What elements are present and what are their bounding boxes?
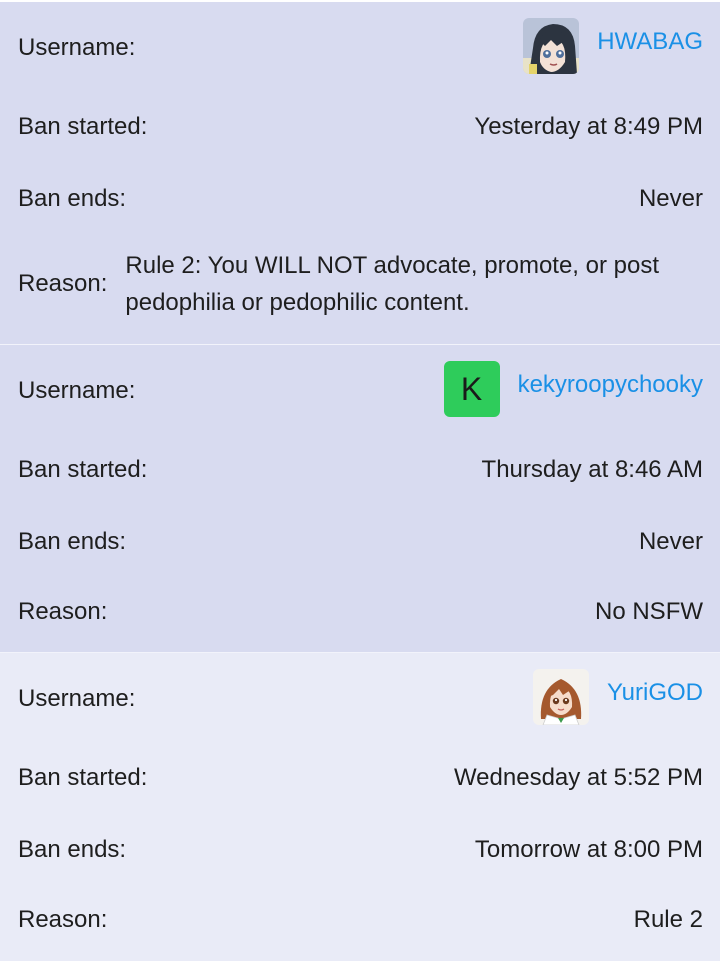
ban-started-label: Ban started: bbox=[18, 764, 148, 791]
user-info[interactable]: K kekyroopychooky bbox=[443, 361, 703, 417]
ban-started-label: Ban started: bbox=[18, 456, 148, 483]
anime-girl-avatar-icon bbox=[532, 669, 589, 725]
reason-value: Rule 2: You WILL NOT advocate, promote, … bbox=[125, 252, 660, 316]
ban-ends-label: Ban ends: bbox=[18, 836, 127, 863]
username-link[interactable]: YuriGOD bbox=[607, 669, 703, 705]
username-label: Username: bbox=[18, 377, 136, 404]
ban-list: Username: HWABAG Ban started: Yesterday … bbox=[0, 0, 720, 960]
ban-ends-value: Never bbox=[638, 185, 703, 212]
reason-row: Reason: No NSFW bbox=[18, 577, 703, 647]
username-link[interactable]: HWABAG bbox=[597, 18, 703, 54]
ban-started-value: Yesterday at 8:49 PM bbox=[474, 113, 703, 140]
username-row: Username: bbox=[18, 653, 703, 741]
ban-started-row: Ban started: Yesterday at 8:49 PM bbox=[18, 90, 703, 164]
reason-value: No NSFW bbox=[595, 598, 703, 625]
reason-row: Reason: Rule 2: You WILL NOT advocate, p… bbox=[18, 234, 703, 334]
avatar[interactable]: K bbox=[443, 361, 500, 417]
reason-label: Reason: bbox=[18, 906, 108, 933]
ban-ends-value: Tomorrow at 8:00 PM bbox=[474, 836, 703, 863]
username-label: Username: bbox=[18, 34, 136, 61]
avatar-letter: K bbox=[460, 371, 483, 407]
avatar[interactable] bbox=[532, 669, 589, 725]
user-info[interactable]: YuriGOD bbox=[532, 669, 703, 725]
ban-ends-row: Ban ends: Never bbox=[18, 164, 703, 234]
ban-started-row: Ban started: Wednesday at 5:52 PM bbox=[18, 741, 703, 815]
ban-card: Username: bbox=[0, 0, 720, 344]
reason-label: Reason: bbox=[18, 270, 108, 297]
ban-ends-row: Ban ends: Tomorrow at 8:00 PM bbox=[18, 815, 703, 885]
ban-card: Username: bbox=[0, 652, 720, 960]
reason-label: Reason: bbox=[18, 598, 108, 625]
ban-ends-row: Ban ends: Never bbox=[18, 507, 703, 577]
username-row: Username: bbox=[18, 2, 703, 90]
anime-character-avatar-icon bbox=[523, 18, 580, 74]
ban-started-row: Ban started: Thursday at 8:46 AM bbox=[18, 433, 703, 507]
reason-value: Rule 2 bbox=[633, 906, 703, 933]
ban-card: Username: K kekyroopychooky Ban started:… bbox=[0, 344, 720, 652]
ban-started-value: Wednesday at 5:52 PM bbox=[453, 764, 703, 791]
ban-ends-label: Ban ends: bbox=[18, 528, 127, 555]
avatar[interactable] bbox=[523, 18, 580, 74]
reason-row: Reason: Rule 2 bbox=[18, 885, 703, 955]
ban-ends-label: Ban ends: bbox=[18, 185, 127, 212]
ban-started-label: Ban started: bbox=[18, 113, 148, 140]
username-row: Username: K kekyroopychooky bbox=[18, 345, 703, 433]
username-link[interactable]: kekyroopychooky bbox=[518, 361, 703, 397]
user-info[interactable]: HWABAG bbox=[523, 18, 703, 74]
ban-started-value: Thursday at 8:46 AM bbox=[481, 456, 703, 483]
username-label: Username: bbox=[18, 685, 136, 712]
ban-ends-value: Never bbox=[638, 528, 703, 555]
